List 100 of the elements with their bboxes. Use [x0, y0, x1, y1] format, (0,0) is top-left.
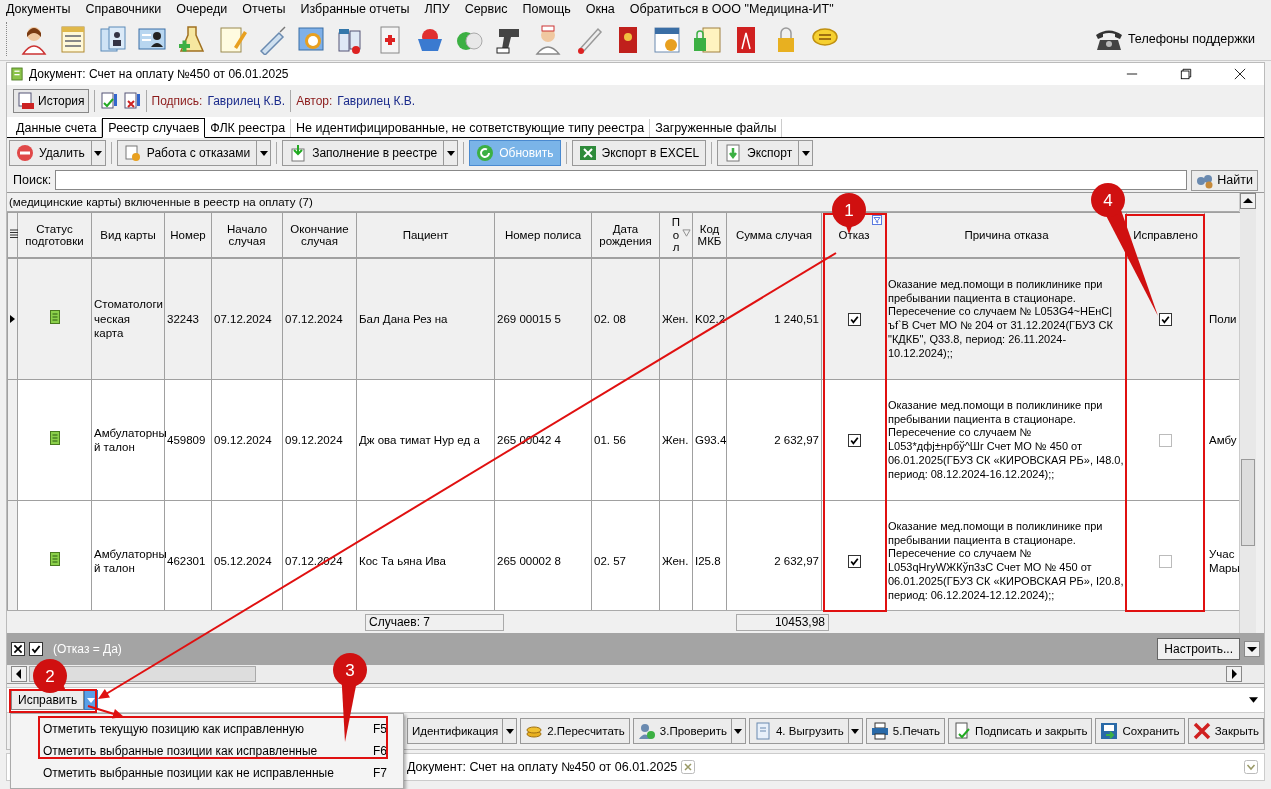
table-cell: Бал Дана Рез на: [356, 258, 495, 380]
menu-item[interactable]: Справочники: [85, 2, 162, 16]
dropdown-button[interactable]: [799, 140, 814, 166]
dropdown-button[interactable]: [503, 718, 518, 744]
column-header[interactable]: Пациент: [356, 212, 495, 258]
column-header[interactable]: Начало случая: [211, 212, 283, 258]
table-cell: Учас Мары: [1204, 500, 1239, 610]
table-cell: K02.2: [692, 258, 727, 380]
document-check-icon[interactable]: [99, 92, 118, 110]
user-check-icon: [637, 722, 656, 740]
menu-item[interactable]: Отметить выбранные позиции как не исправленные F7: [17, 762, 397, 784]
caret-icon: [87, 697, 96, 703]
search-field[interactable]: [55, 170, 1188, 190]
menu-item[interactable]: Избранные отчеты: [300, 2, 410, 16]
table-cell: 07.12.2024: [282, 258, 357, 380]
caret-icon: [505, 728, 514, 734]
total-sum: 10453,98: [736, 614, 829, 631]
document-icon: [49, 310, 60, 325]
action-button[interactable]: Сохранить: [1095, 718, 1185, 744]
scroll-down-icon[interactable]: [1244, 641, 1260, 657]
table-cell: Жен.: [659, 258, 693, 380]
action-button[interactable]: 5.Печать: [865, 718, 946, 744]
column-header[interactable]: Статус подготовки: [17, 212, 92, 258]
menu-item[interactable]: Окна: [585, 2, 615, 16]
caret-icon: [851, 728, 860, 734]
menu-item[interactable]: Сервис: [464, 2, 508, 16]
table-cell: 01. 56: [591, 379, 660, 501]
clear-filter-button[interactable]: [11, 642, 25, 656]
table-cell: Амбулаторны й талон: [91, 379, 165, 501]
toolbar-button[interactable]: Экспорт в EXCEL: [571, 140, 707, 166]
caret-icon: [94, 150, 103, 156]
dropdown-button[interactable]: [444, 140, 459, 166]
case-count: Случаев: 7: [365, 614, 504, 631]
log-icon: [17, 92, 35, 110]
find-button[interactable]: Найти: [1191, 169, 1258, 191]
menu-item[interactable]: Отметить выбранные позиции как исправленные F6: [17, 740, 397, 762]
author-label: Автор:: [296, 94, 333, 108]
document-icon: [11, 67, 23, 81]
column-chooser-icon[interactable]: [10, 229, 18, 239]
toolbar-button[interactable]: Экспорт: [717, 140, 800, 166]
menu-item[interactable]: Очереди: [176, 2, 228, 16]
table-cell: 05.12.2024: [211, 500, 283, 610]
chevron-down-icon[interactable]: [1244, 760, 1258, 774]
menu-item[interactable]: Документы: [6, 2, 71, 16]
action-button[interactable]: Закрыть: [1187, 718, 1264, 744]
toolbar-button[interactable]: Заполнение в реестре: [282, 140, 445, 166]
menu-item[interactable]: Обратиться в ООО "Медицина-ИТ": [629, 2, 834, 16]
caret-icon[interactable]: [1249, 697, 1258, 703]
document-cross-icon[interactable]: [122, 92, 141, 110]
action-button[interactable]: 2.Пересчитать: [520, 718, 630, 744]
scrollbar-thumb[interactable]: [1241, 459, 1255, 546]
scroll-up-icon[interactable]: [1240, 193, 1256, 209]
refresh-icon: [476, 144, 495, 162]
table-cell: 462301: [164, 500, 212, 610]
table-cell: Кос Та ьяна Ива: [356, 500, 495, 610]
action-button[interactable]: 3.Проверить: [632, 718, 732, 744]
checkbox[interactable]: [847, 555, 861, 569]
action-button[interactable]: 4. Выгрузить: [748, 718, 849, 744]
toolbar-button[interactable]: Работа с отказами: [116, 140, 258, 166]
table-cell: 459809: [164, 379, 212, 501]
checkbox[interactable]: [847, 313, 861, 327]
window-tab[interactable]: Документ: Счет на оплату №450 от 06.01.2025: [407, 760, 678, 774]
checkbox[interactable]: [1159, 313, 1172, 327]
caret-icon: [801, 150, 810, 156]
column-header[interactable]: Пол: [659, 212, 693, 258]
action-button[interactable]: Подписать и закрыть: [948, 718, 1093, 744]
table-cell: Амбу: [1204, 379, 1239, 501]
scroll-right-icon[interactable]: [1226, 666, 1242, 682]
column-header[interactable]: Код МКБ: [692, 212, 727, 258]
scroll-left-icon[interactable]: [11, 666, 27, 682]
table-cell: 269 00015 5: [494, 258, 592, 380]
column-header[interactable]: Номер полиса: [494, 212, 592, 258]
column-header[interactable]: Окончание случая: [282, 212, 357, 258]
action-button[interactable]: Идентификация: [407, 718, 504, 744]
menu-item[interactable]: Помощь: [522, 2, 571, 16]
checkbox[interactable]: [1159, 555, 1172, 569]
window-title: Документ: Счет на оплату №450 от 06.01.2025: [29, 67, 290, 81]
checkbox[interactable]: [1159, 434, 1172, 448]
column-header[interactable]: Вид карты: [91, 212, 165, 258]
checkbox[interactable]: [847, 434, 861, 448]
history-button[interactable]: История: [13, 89, 89, 113]
filter-icon[interactable]: [872, 215, 882, 225]
table-cell: Оказание мед.помощи в поликлинике при пребывании пациента в стационаре. Пересечение со случаем № L053qHryWЖКўп3зС Счет МО № 450 от 06.01.2025(ГБУЗ СК «КИРОВСКАЯ РБ», I20.8, период: 06.12.2024-12.12.2024);;: [886, 500, 1127, 610]
column-header[interactable]: Номер: [164, 212, 212, 258]
menu-item[interactable]: Отчеты: [242, 2, 286, 16]
tab[interactable]: Реестр случаев: [102, 118, 206, 138]
dropdown-button[interactable]: [257, 140, 272, 166]
support-phones-button[interactable]: Телефоны поддержки: [1093, 26, 1265, 52]
close-icon[interactable]: [1234, 68, 1246, 80]
customize-button[interactable]: Настроить...: [1157, 638, 1240, 660]
caret-icon: [734, 728, 743, 734]
table-cell: I25.8: [692, 500, 727, 610]
restore-icon[interactable]: [1180, 68, 1192, 80]
table-cell: 32243: [164, 258, 212, 380]
menu-item[interactable]: ЛПУ: [424, 2, 450, 16]
toolbar-button[interactable]: Удалить: [9, 140, 92, 166]
column-header[interactable]: Причина отказа: [886, 212, 1127, 258]
column-header[interactable]: Дата рождения: [591, 212, 660, 258]
filter-checkbox[interactable]: [29, 642, 43, 656]
column-header[interactable]: Сумма случая: [726, 212, 822, 258]
